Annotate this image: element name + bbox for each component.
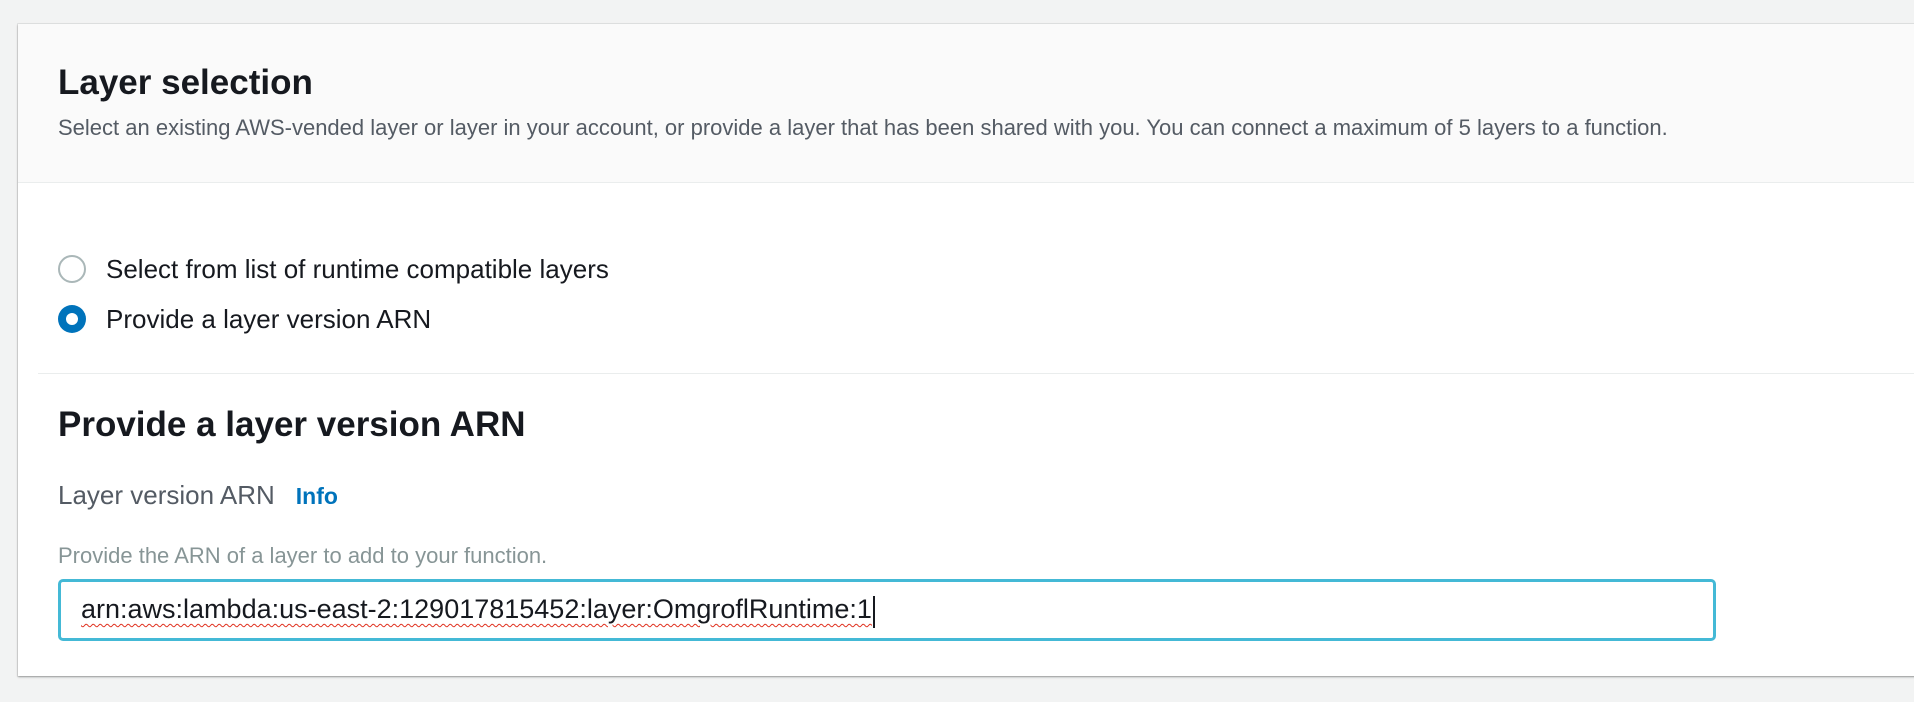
arn-input-value[interactable]: arn:aws:lambda:us-east-2:129017815452:la… [81,594,872,625]
arn-field-description: Provide the ARN of a layer to add to you… [58,543,548,568]
radio-button-checked[interactable] [58,305,86,333]
radio-option-label[interactable]: Provide a layer version ARN [106,304,431,335]
panel-title: Layer selection [58,63,313,102]
layer-selection-panel: Layer selection Select an existing AWS-v… [18,24,1914,676]
arn-field-label-row: Layer version ARN Info [58,480,338,511]
arn-field-label: Layer version ARN [58,480,275,510]
panel-header: Layer selection Select an existing AWS-v… [18,24,1914,183]
arn-section-title: Provide a layer version ARN [58,405,526,444]
radio-option-label[interactable]: Select from list of runtime compatible l… [106,254,609,285]
info-link[interactable]: Info [296,483,338,510]
layer-source-radio-group: Select from list of runtime compatible l… [58,244,609,344]
radio-option-runtime-compatible-list[interactable]: Select from list of runtime compatible l… [58,244,609,294]
radio-button-unchecked[interactable] [58,255,86,283]
radio-option-provide-arn[interactable]: Provide a layer version ARN [58,294,609,344]
panel-description: Select an existing AWS-vended layer or l… [58,115,1668,140]
text-caret [873,596,875,628]
section-divider [38,373,1914,374]
layer-version-arn-input[interactable]: arn:aws:lambda:us-east-2:129017815452:la… [58,579,1716,641]
